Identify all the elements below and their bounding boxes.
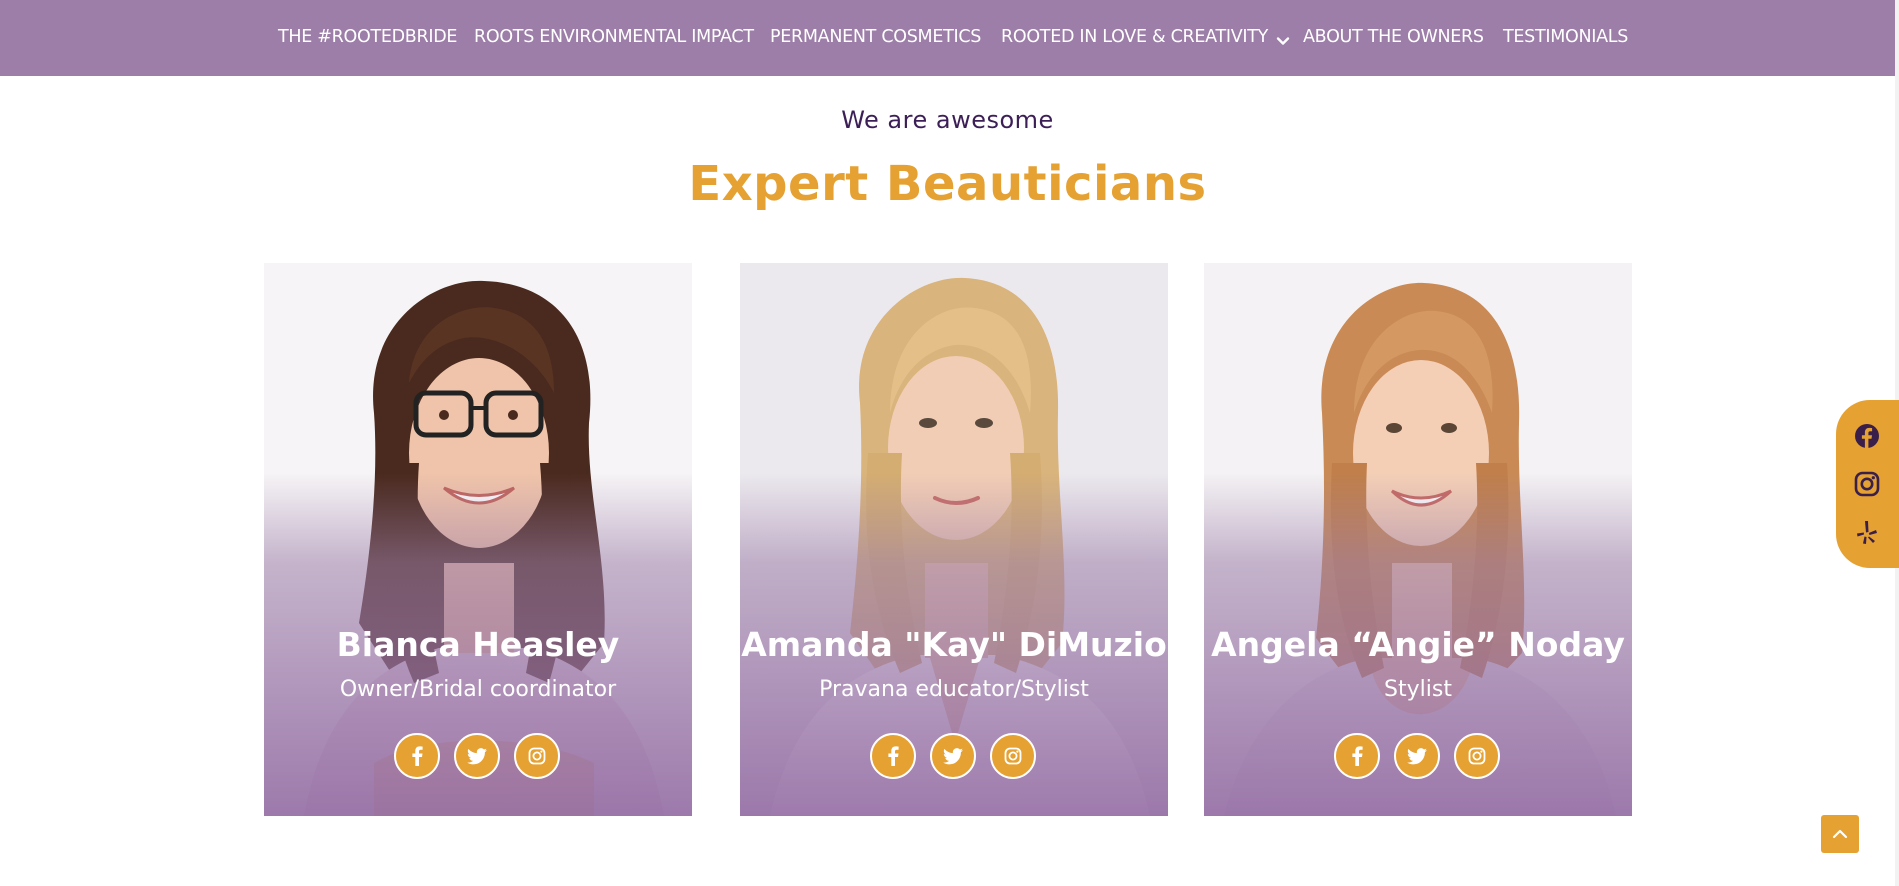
team-card-angela: Angela “Angie” Noday Stylist (1204, 263, 1632, 816)
team-member-name: Amanda "Kay" DiMuzio (741, 625, 1167, 664)
main-navigation: THE #ROOTEDBRIDE ROOTS ENVIRONMENTAL IMP… (0, 0, 1895, 76)
twitter-icon[interactable] (930, 733, 976, 779)
nav-item-about-owners[interactable]: ABOUT THE OWNERS (1303, 24, 1484, 50)
team-member-role: Stylist (1384, 677, 1452, 702)
facebook-icon[interactable] (394, 733, 440, 779)
twitter-icon[interactable] (454, 733, 500, 779)
team-member-role: Owner/Bridal coordinator (339, 677, 617, 702)
instagram-icon[interactable] (990, 733, 1036, 779)
section-eyebrow: We are awesome (841, 106, 1054, 134)
section-title: Expert Beauticians (688, 156, 1207, 212)
instagram-icon[interactable] (514, 733, 560, 779)
team-member-socials (740, 733, 1168, 779)
nav-item-permanent-cosmetics[interactable]: PERMANENT COSMETICS (770, 24, 981, 50)
team-member-socials (1204, 733, 1632, 779)
floating-social-bar (1836, 400, 1899, 568)
nav-item-rooted-in-love[interactable]: ROOTED IN LOVE & CREATIVITY (1001, 24, 1290, 50)
team-member-name: Bianca Heasley (336, 625, 620, 664)
nav-item-environmental-impact[interactable]: ROOTS ENVIRONMENTAL IMPACT (474, 24, 754, 50)
instagram-icon[interactable] (1854, 471, 1880, 497)
facebook-icon[interactable] (1334, 733, 1380, 779)
nav-item-rooted-bride[interactable]: THE #ROOTEDBRIDE (278, 24, 457, 50)
nav-item-testimonials[interactable]: TESTIMONIALS (1503, 24, 1628, 50)
yelp-icon[interactable] (1854, 519, 1880, 545)
back-to-top-button[interactable] (1821, 815, 1859, 853)
chevron-up-icon (1832, 829, 1848, 839)
facebook-icon[interactable] (870, 733, 916, 779)
team-card-amanda: Amanda "Kay" DiMuzio Pravana educator/St… (740, 263, 1168, 816)
instagram-icon[interactable] (1454, 733, 1500, 779)
facebook-icon[interactable] (1854, 423, 1880, 449)
team-card-bianca: Bianca Heasley Owner/Bridal coordinator (264, 263, 692, 816)
team-member-role: Pravana educator/Stylist (819, 677, 1089, 702)
team-member-socials (264, 733, 692, 779)
twitter-icon[interactable] (1394, 733, 1440, 779)
nav-item-rooted-in-love-label: ROOTED IN LOVE & CREATIVITY (1001, 27, 1269, 47)
team-member-name: Angela “Angie” Noday (1211, 625, 1625, 664)
chevron-down-icon[interactable] (1276, 30, 1290, 45)
